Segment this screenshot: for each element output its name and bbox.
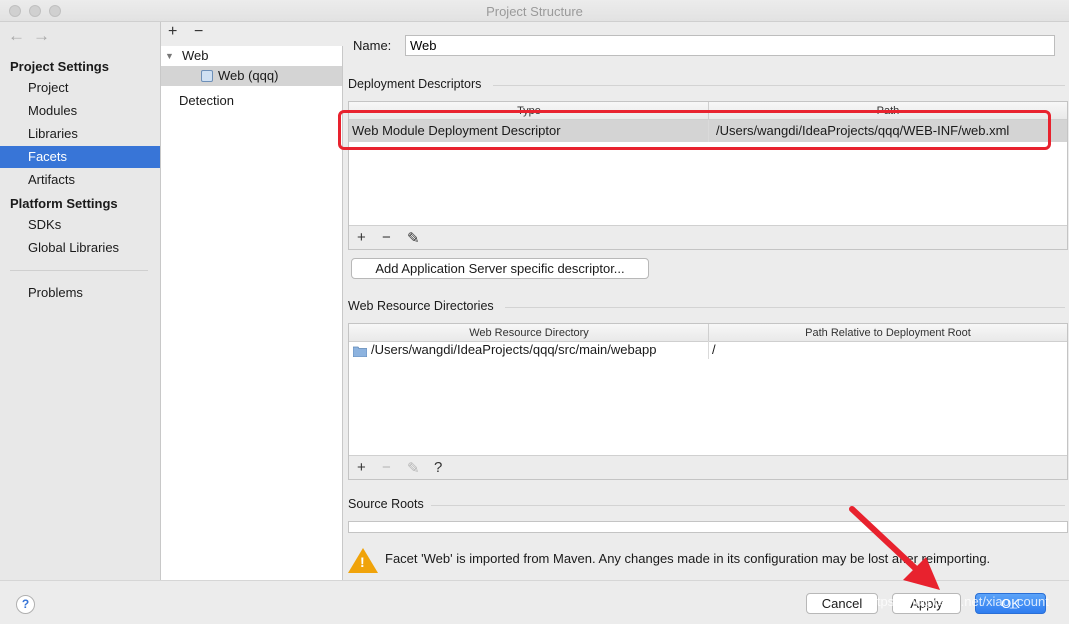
red-arrow-annotation	[849, 506, 940, 590]
watermark: https://blog.csdn.net/xiao_count	[866, 594, 1049, 609]
